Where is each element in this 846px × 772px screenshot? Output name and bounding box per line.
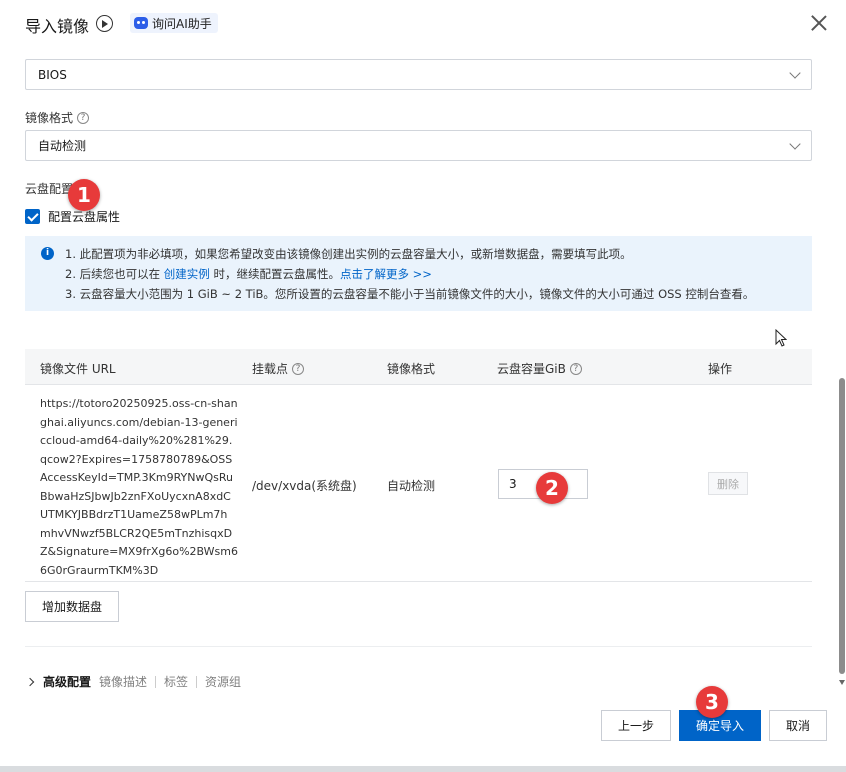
advanced-config-toggle[interactable]: 高级配置 镜像描述 标签 资源组 xyxy=(25,673,241,690)
advanced-item-tags: 标签 xyxy=(164,675,189,689)
create-instance-link[interactable]: 创建实例 xyxy=(164,267,210,281)
table-row: https://totoro20250925.oss-cn-shanghai.a… xyxy=(25,385,812,582)
info-line-2: 2. 后续您也可以在 创建实例 时，继续配置云盘属性。点击了解更多 >> xyxy=(65,266,432,282)
format-cell: 自动检测 xyxy=(387,479,436,493)
learn-more-link[interactable]: 点击了解更多 >> xyxy=(340,267,432,281)
advanced-item-description: 镜像描述 xyxy=(99,675,148,689)
disk-config-label-text: 云盘配置 xyxy=(25,182,74,196)
info-line-2-mid: 时，继续配置云盘属性。 xyxy=(209,267,340,281)
annotation-badge-3: 3 xyxy=(696,686,728,718)
boot-mode-value: BIOS xyxy=(38,67,67,82)
play-video-icon[interactable] xyxy=(96,15,113,32)
ask-ai-assistant-label: 询问AI助手 xyxy=(152,16,212,31)
mouse-cursor-icon xyxy=(775,329,787,347)
info-icon: i xyxy=(41,247,54,260)
scrollbar-thumb[interactable] xyxy=(839,378,845,674)
import-image-dialog: 导入镜像 询问AI助手 BIOS 镜像格式 ? 自动检测 云盘配置 配置云盘属性… xyxy=(0,0,846,766)
annotation-badge-2: 2 xyxy=(536,472,568,504)
image-format-select[interactable]: 自动检测 xyxy=(25,130,812,161)
disk-table: 镜像文件 URL 挂载点 ? 镜像格式 云盘容量GiB ? 操作 https:/… xyxy=(25,349,812,582)
configure-disk-checkbox-row[interactable]: 配置云盘属性 xyxy=(25,208,120,225)
scroll-down-arrow-icon[interactable] xyxy=(839,680,845,685)
column-header-url: 镜像文件 URL xyxy=(40,362,116,376)
backdrop xyxy=(0,766,846,772)
close-icon[interactable] xyxy=(810,14,828,32)
column-header-format: 镜像格式 xyxy=(387,362,436,376)
robot-icon xyxy=(134,17,148,29)
mount-point-cell: /dev/xvda(系统盘) xyxy=(252,479,357,493)
image-format-value: 自动检测 xyxy=(38,139,87,153)
divider xyxy=(196,675,198,688)
chevron-down-icon xyxy=(789,138,801,150)
advanced-item-resource-group: 资源组 xyxy=(205,675,242,689)
divider xyxy=(25,646,812,647)
delete-button[interactable]: 删除 xyxy=(708,472,748,495)
image-url-cell: https://totoro20250925.oss-cn-shanghai.a… xyxy=(40,397,238,577)
info-line-2-prefix: 2. 后续您也可以在 xyxy=(65,267,164,281)
column-header-action: 操作 xyxy=(708,362,733,376)
help-icon[interactable]: ? xyxy=(569,362,582,375)
chevron-down-icon xyxy=(789,67,801,79)
info-line-1: 1. 此配置项为非必填项，如果您希望改变由该镜像创建出实例的云盘容量大小，或新增… xyxy=(65,247,632,261)
column-header-mount: 挂载点 ? xyxy=(252,360,305,377)
dialog-header: 导入镜像 询问AI助手 xyxy=(0,0,846,46)
column-header-capacity: 云盘容量GiB ? xyxy=(497,360,582,377)
chevron-right-icon xyxy=(25,677,35,686)
boot-mode-select[interactable]: BIOS xyxy=(25,59,812,90)
advanced-config-title: 高级配置 xyxy=(43,675,92,689)
column-header-capacity-text: 云盘容量GiB xyxy=(497,362,566,376)
help-icon[interactable]: ? xyxy=(77,111,90,124)
image-format-label-text: 镜像格式 xyxy=(25,111,74,125)
help-icon[interactable]: ? xyxy=(292,362,305,375)
add-data-disk-button[interactable]: 增加数据盘 xyxy=(25,591,119,622)
cancel-button[interactable]: 取消 xyxy=(769,710,827,741)
configure-disk-checkbox[interactable] xyxy=(25,209,40,224)
ask-ai-assistant-button[interactable]: 询问AI助手 xyxy=(130,13,218,33)
disk-config-label: 云盘配置 xyxy=(25,180,73,197)
previous-step-button[interactable]: 上一步 xyxy=(601,710,671,741)
image-format-label: 镜像格式 ? xyxy=(25,109,90,126)
info-line-3: 3. 云盘容量大小范围为 1 GiB ~ 2 TiB。您所设置的云盘容量不能小于… xyxy=(65,287,755,301)
divider xyxy=(155,675,157,688)
info-notice: i 1. 此配置项为非必填项，如果您希望改变由该镜像创建出实例的云盘容量大小，或… xyxy=(25,236,812,311)
annotation-badge-1: 1 xyxy=(68,179,100,211)
dialog-title: 导入镜像 xyxy=(25,17,90,36)
table-header: 镜像文件 URL 挂载点 ? 镜像格式 云盘容量GiB ? 操作 xyxy=(25,349,812,385)
column-header-mount-text: 挂载点 xyxy=(252,362,289,376)
